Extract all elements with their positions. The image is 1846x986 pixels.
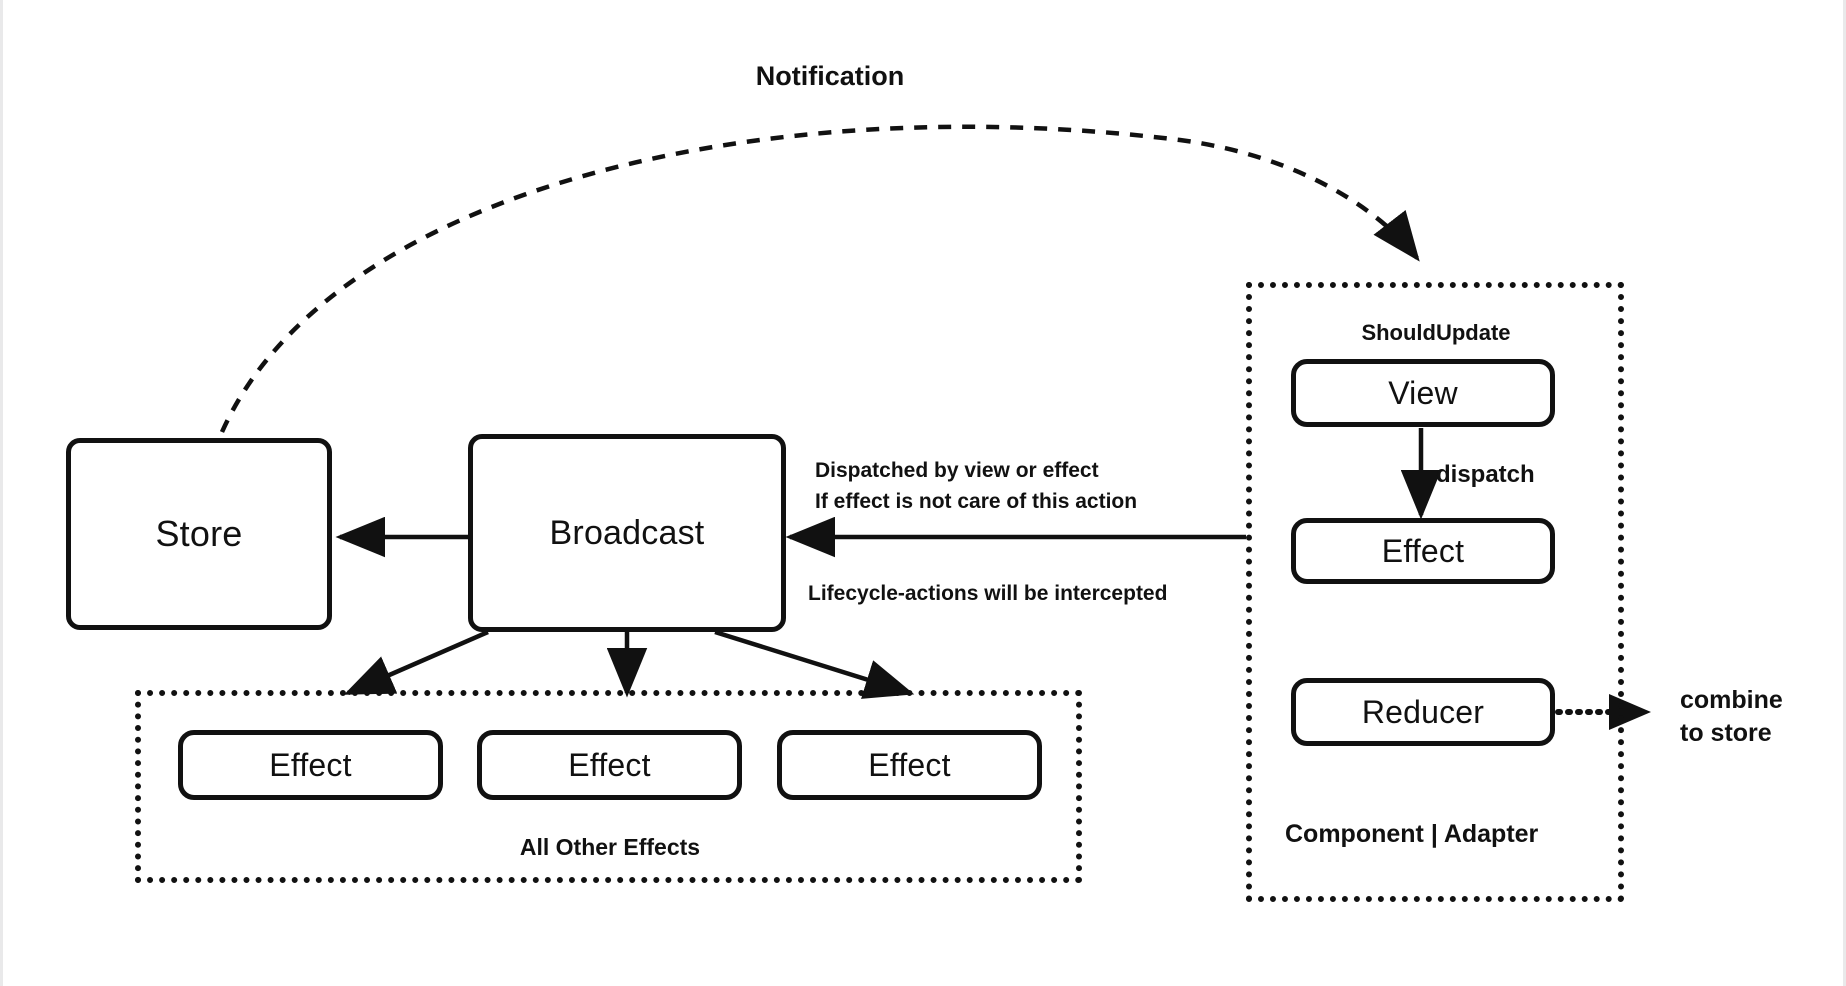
reducer-box[interactable]: Reducer <box>1291 678 1555 746</box>
broadcast-box-label: Broadcast <box>549 514 705 552</box>
broadcast-to-effect-3-arrow <box>714 629 915 699</box>
effect-box-1[interactable]: Effect <box>178 730 443 800</box>
notification-arrow <box>219 124 1420 433</box>
effect-box-2-label: Effect <box>568 747 651 783</box>
effect-box-3[interactable]: Effect <box>777 730 1042 800</box>
canvas-left-edge <box>0 0 3 986</box>
should-update-label: ShouldUpdate <box>1361 320 1511 345</box>
store-box-label: Store <box>155 513 243 554</box>
view-box-label: View <box>1388 375 1458 411</box>
reducer-box-label: Reducer <box>1361 694 1485 730</box>
combine-to-store-line1: combine <box>1680 686 1783 714</box>
effect-box-right-label: Effect <box>1381 533 1465 569</box>
effect-box-3-label: Effect <box>868 747 951 783</box>
dispatch-label: dispatch <box>1436 461 1535 488</box>
broadcast-to-effect-1-arrow <box>343 629 489 696</box>
effect-box-right[interactable]: Effect <box>1291 518 1555 584</box>
notification-label: Notification <box>755 61 905 91</box>
broadcast-box[interactable]: Broadcast <box>468 434 786 632</box>
effect-box-2[interactable]: Effect <box>477 730 742 800</box>
dispatched-by-label: Dispatched by view or effect <box>815 459 1099 482</box>
view-box[interactable]: View <box>1291 359 1555 427</box>
component-adapter-label: Component | Adapter <box>1285 820 1539 848</box>
diagram-canvas: Notification Store Broadcast Dispatched … <box>0 0 1846 986</box>
if-effect-not-care-label: If effect is not care of this action <box>815 490 1138 513</box>
combine-to-store-line2: to store <box>1680 719 1772 747</box>
effect-box-1-label: Effect <box>269 747 352 783</box>
store-box[interactable]: Store <box>66 438 332 630</box>
lifecycle-intercepted-label: Lifecycle-actions will be intercepted <box>808 582 1168 605</box>
all-other-effects-label: All Other Effects <box>519 834 701 860</box>
